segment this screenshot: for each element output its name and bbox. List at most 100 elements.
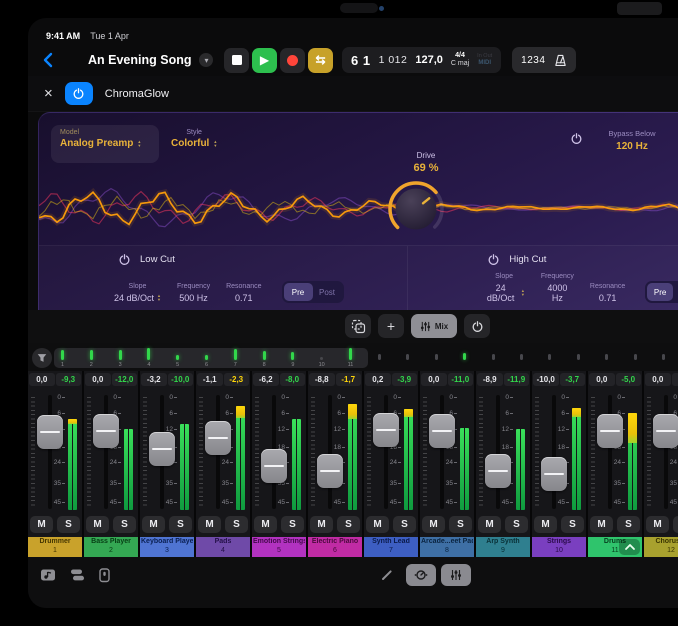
back-chevron-icon[interactable]	[42, 52, 54, 68]
lcd-display[interactable]: 6 1 1 012 127,0 4/4 C maj In Out MIDI	[342, 47, 501, 73]
channel-volume-value[interactable]: 0,0	[85, 373, 111, 386]
low-cut-power-button[interactable]	[119, 254, 130, 265]
add-plugin-button[interactable]: +	[378, 314, 404, 338]
solo-button[interactable]: S	[281, 516, 304, 533]
solo-button[interactable]: S	[505, 516, 528, 533]
bypass-below-control[interactable]: Bypass Below 120 Hz	[595, 129, 669, 152]
channel-peak-value[interactable]: -12,0	[112, 373, 138, 386]
fader-track[interactable]	[440, 395, 444, 509]
channel-peak-value[interactable]: -5,0	[616, 373, 642, 386]
solo-button[interactable]: S	[225, 516, 248, 533]
channel-peak-value[interactable]: -9,3	[56, 373, 82, 386]
fader-cap[interactable]	[597, 414, 623, 448]
fader-track[interactable]	[552, 395, 556, 509]
model-select[interactable]: Model Analog Preamp▲▼	[51, 125, 159, 163]
track-name-tile[interactable]: Keyboard Player 3	[140, 537, 194, 557]
solo-button[interactable]: S	[169, 516, 192, 533]
chevron-down-icon[interactable]: ▾	[199, 53, 213, 67]
metronome-icon[interactable]	[554, 54, 567, 67]
channel-peak-value[interactable]: -2,3	[224, 373, 250, 386]
song-title-menu[interactable]: An Evening Song ▾	[88, 53, 213, 67]
solo-button[interactable]: S	[337, 516, 360, 533]
fader-track[interactable]	[608, 395, 612, 509]
post-option[interactable]: Post	[313, 283, 342, 301]
track-name-tile[interactable]: Synth Lead 7	[364, 537, 418, 557]
high-cut-resonance[interactable]: Resonance 0.71	[590, 283, 625, 303]
record-button[interactable]	[280, 48, 305, 73]
channel-peak-value[interactable]	[672, 373, 678, 386]
low-cut-slope[interactable]: Slope 24 dB/Oct▲▼	[114, 283, 161, 303]
mute-button[interactable]: M	[422, 516, 445, 533]
mute-button[interactable]: M	[590, 516, 613, 533]
mute-button[interactable]: M	[534, 516, 557, 533]
high-cut-frequency[interactable]: Frequency 4000 Hz	[541, 273, 574, 303]
stop-button[interactable]	[224, 48, 249, 73]
track-name-tile[interactable]: Strings 10	[532, 537, 586, 557]
fader-cap[interactable]	[485, 454, 511, 488]
channel-volume-value[interactable]: 0,2	[365, 373, 391, 386]
fader-track[interactable]	[496, 395, 500, 509]
low-cut-resonance[interactable]: Resonance 0.71	[226, 283, 261, 303]
channel-volume-value[interactable]: -8,9	[477, 373, 503, 386]
fader-cap[interactable]	[261, 449, 287, 483]
channel-peak-value[interactable]: -11,0	[448, 373, 474, 386]
track-name-tile[interactable]: Drums 11	[588, 537, 642, 557]
fader-cap[interactable]	[37, 415, 63, 449]
fader-cap[interactable]	[93, 414, 119, 448]
solo-button[interactable]: S	[673, 516, 678, 533]
mute-button[interactable]: M	[254, 516, 277, 533]
mute-button[interactable]: M	[310, 516, 333, 533]
pencil-icon[interactable]	[380, 568, 394, 582]
style-select[interactable]: Style Colorful▲▼	[171, 129, 217, 149]
fader-track[interactable]	[104, 395, 108, 509]
bypass-power-button[interactable]	[571, 133, 582, 144]
channel-volume-value[interactable]: 0,0	[29, 373, 55, 386]
fader-cap[interactable]	[149, 432, 175, 466]
fader-track[interactable]	[328, 395, 332, 509]
loops-browser-button[interactable]	[40, 568, 57, 582]
mixer-view-button[interactable]	[441, 564, 471, 586]
close-icon[interactable]: ×	[44, 86, 53, 101]
channel-volume-value[interactable]: -3,2	[141, 373, 167, 386]
track-name-tile[interactable]: Emotion Strings 5	[252, 537, 306, 557]
mute-button[interactable]: M	[366, 516, 389, 533]
solo-button[interactable]: S	[561, 516, 584, 533]
play-button[interactable]: ▶	[252, 48, 277, 73]
fader-cap[interactable]	[653, 414, 678, 448]
channel-volume-value[interactable]: 0,0	[645, 373, 671, 386]
browser-stack-button[interactable]	[70, 568, 85, 582]
channel-peak-value[interactable]: -3,7	[560, 373, 586, 386]
channel-peak-value[interactable]: -1,7	[336, 373, 362, 386]
controls-view-button[interactable]	[406, 564, 436, 586]
count-in-button[interactable]: 1234	[521, 55, 545, 66]
solo-button[interactable]: S	[113, 516, 136, 533]
plugin-power-button[interactable]	[65, 82, 93, 105]
low-cut-frequency[interactable]: Frequency 500 Hz	[177, 283, 210, 303]
mute-button[interactable]: M	[30, 516, 53, 533]
channel-volume-value[interactable]: -1,1	[197, 373, 223, 386]
mix-view-button[interactable]: Mix	[411, 314, 457, 338]
fader-cap[interactable]	[541, 457, 567, 491]
solo-button[interactable]: S	[57, 516, 80, 533]
cycle-button[interactable]: ⇆	[308, 48, 333, 73]
mute-button[interactable]: M	[142, 516, 165, 533]
mute-button[interactable]: M	[478, 516, 501, 533]
channel-volume-value[interactable]: -10,0	[533, 373, 559, 386]
channel-peak-value[interactable]: -3,9	[392, 373, 418, 386]
mute-button[interactable]: M	[646, 516, 669, 533]
channel-power-button[interactable]	[464, 314, 490, 338]
solo-button[interactable]: S	[449, 516, 472, 533]
solo-button[interactable]: S	[617, 516, 640, 533]
channel-volume-value[interactable]: -6,2	[253, 373, 279, 386]
pre-option[interactable]: Pre	[647, 283, 673, 301]
channel-volume-value[interactable]: 0,0	[589, 373, 615, 386]
track-name-tile[interactable]: Drummer 1	[28, 537, 82, 557]
track-name-tile[interactable]: Chorus V 12	[644, 537, 678, 557]
level-control[interactable]: Level 0.0	[659, 129, 678, 152]
paste-settings-button[interactable]	[345, 314, 371, 338]
fader-cap[interactable]	[317, 454, 343, 488]
collapse-chevron-icon[interactable]	[619, 539, 640, 555]
fader-track[interactable]	[48, 395, 52, 509]
track-name-tile[interactable]: Pads 4	[196, 537, 250, 557]
high-cut-slope[interactable]: Slope 24 dB/Oct▲▼	[483, 273, 524, 303]
